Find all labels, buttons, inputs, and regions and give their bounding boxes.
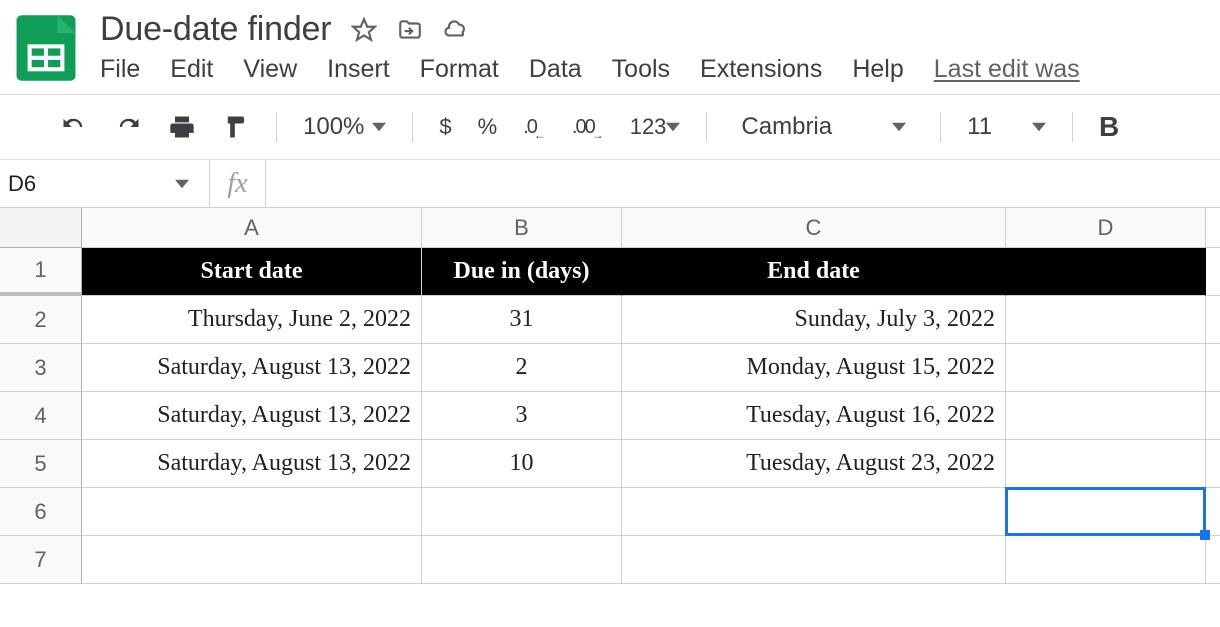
- header-start-date[interactable]: Start date: [82, 248, 422, 296]
- menu-format[interactable]: Format: [420, 55, 499, 84]
- cell-D5[interactable]: [1006, 440, 1206, 488]
- print-icon[interactable]: [168, 113, 196, 141]
- undo-icon[interactable]: [60, 113, 88, 141]
- col-gutter: [1206, 440, 1220, 488]
- cell-D3[interactable]: [1006, 344, 1206, 392]
- menu-extensions[interactable]: Extensions: [700, 55, 822, 84]
- cell-D2[interactable]: [1006, 296, 1206, 344]
- cell-B4[interactable]: 3: [422, 392, 622, 440]
- col-gutter: [1206, 208, 1220, 248]
- col-header-A[interactable]: A: [82, 208, 422, 248]
- cell-C2[interactable]: Sunday, July 3, 2022: [622, 296, 1006, 344]
- cell-A5[interactable]: Saturday, August 13, 2022: [82, 440, 422, 488]
- col-gutter: [1206, 344, 1220, 392]
- header-empty[interactable]: [1006, 248, 1206, 296]
- font-family-value: Cambria: [741, 113, 832, 141]
- increase-decimal-button[interactable]: .00→: [572, 116, 604, 139]
- col-gutter: [1206, 296, 1220, 344]
- col-gutter: [1206, 536, 1220, 584]
- zoom-value: 100%: [303, 113, 364, 141]
- cell-A6[interactable]: [82, 488, 422, 536]
- row-header-4[interactable]: 4: [0, 392, 82, 440]
- cell-C7[interactable]: [622, 536, 1006, 584]
- chevron-down-icon: [372, 113, 386, 141]
- toolbar: 100% $ % .0← .00→ 123 Cambria 11 B: [0, 95, 1220, 159]
- col-header-C[interactable]: C: [622, 208, 1006, 248]
- menu-tools[interactable]: Tools: [612, 55, 670, 84]
- zoom-select[interactable]: 100%: [303, 113, 386, 141]
- select-all-corner[interactable]: [0, 208, 82, 248]
- more-formats-button[interactable]: 123: [630, 114, 681, 140]
- col-header-B[interactable]: B: [422, 208, 622, 248]
- cell-B2[interactable]: 31: [422, 296, 622, 344]
- fx-icon: fx: [210, 160, 266, 207]
- last-edit-link[interactable]: Last edit was: [934, 55, 1080, 84]
- move-to-folder-icon[interactable]: [397, 17, 423, 43]
- font-size-value: 11: [967, 113, 992, 141]
- header-due-in[interactable]: Due in (days): [422, 248, 622, 296]
- menubar: File Edit View Insert Format Data Tools …: [100, 49, 1210, 84]
- menu-edit[interactable]: Edit: [170, 55, 213, 84]
- decrease-decimal-button[interactable]: .0←: [523, 116, 546, 139]
- chevron-down-icon: [892, 113, 906, 141]
- row-header-2[interactable]: 2: [0, 296, 82, 344]
- header-end-date[interactable]: End date: [622, 248, 1006, 296]
- cell-D6[interactable]: [1006, 488, 1206, 536]
- cell-A3[interactable]: Saturday, August 13, 2022: [82, 344, 422, 392]
- sheets-logo: [10, 12, 82, 84]
- row-header-1[interactable]: 1: [0, 248, 82, 296]
- formula-input[interactable]: [266, 160, 1220, 207]
- cell-C3[interactable]: Monday, August 15, 2022: [622, 344, 1006, 392]
- font-size-select[interactable]: 11: [967, 113, 1046, 141]
- doc-title[interactable]: Due-date finder: [100, 10, 331, 49]
- col-gutter: [1206, 488, 1220, 536]
- name-box[interactable]: D6: [0, 160, 210, 207]
- cell-D4[interactable]: [1006, 392, 1206, 440]
- chevron-down-icon: [666, 114, 680, 139]
- name-box-value: D6: [8, 171, 36, 197]
- row-header-7[interactable]: 7: [0, 536, 82, 584]
- redo-icon[interactable]: [114, 113, 142, 141]
- menu-help[interactable]: Help: [852, 55, 903, 84]
- cell-B3[interactable]: 2: [422, 344, 622, 392]
- cell-C4[interactable]: Tuesday, August 16, 2022: [622, 392, 1006, 440]
- cell-A2[interactable]: Thursday, June 2, 2022: [82, 296, 422, 344]
- menu-file[interactable]: File: [100, 55, 140, 84]
- col-gutter: [1206, 248, 1220, 296]
- cell-C5[interactable]: Tuesday, August 23, 2022: [622, 440, 1006, 488]
- cell-B5[interactable]: 10: [422, 440, 622, 488]
- cell-C6[interactable]: [622, 488, 1006, 536]
- format-currency-button[interactable]: $: [439, 114, 451, 140]
- cell-B7[interactable]: [422, 536, 622, 584]
- bold-button[interactable]: B: [1099, 111, 1119, 143]
- col-header-D[interactable]: D: [1006, 208, 1206, 248]
- formula-bar: D6 fx: [0, 160, 1220, 208]
- star-icon[interactable]: [351, 17, 377, 43]
- cell-B6[interactable]: [422, 488, 622, 536]
- chevron-down-icon: [1032, 113, 1046, 141]
- cell-A4[interactable]: Saturday, August 13, 2022: [82, 392, 422, 440]
- paint-format-icon[interactable]: [222, 113, 250, 141]
- menu-data[interactable]: Data: [529, 55, 582, 84]
- spreadsheet-grid[interactable]: A B C D 1 Start date Due in (days) End d…: [0, 208, 1220, 584]
- font-family-select[interactable]: Cambria: [733, 113, 914, 141]
- row-header-6[interactable]: 6: [0, 488, 82, 536]
- row-header-3[interactable]: 3: [0, 344, 82, 392]
- menu-insert[interactable]: Insert: [327, 55, 390, 84]
- cell-A7[interactable]: [82, 536, 422, 584]
- format-percent-button[interactable]: %: [478, 114, 498, 140]
- selection-fill-handle[interactable]: [1200, 530, 1210, 540]
- cell-D7[interactable]: [1006, 536, 1206, 584]
- cloud-status-icon[interactable]: [443, 17, 469, 43]
- chevron-down-icon: [175, 171, 189, 197]
- menu-view[interactable]: View: [243, 55, 297, 84]
- row-header-5[interactable]: 5: [0, 440, 82, 488]
- col-gutter: [1206, 392, 1220, 440]
